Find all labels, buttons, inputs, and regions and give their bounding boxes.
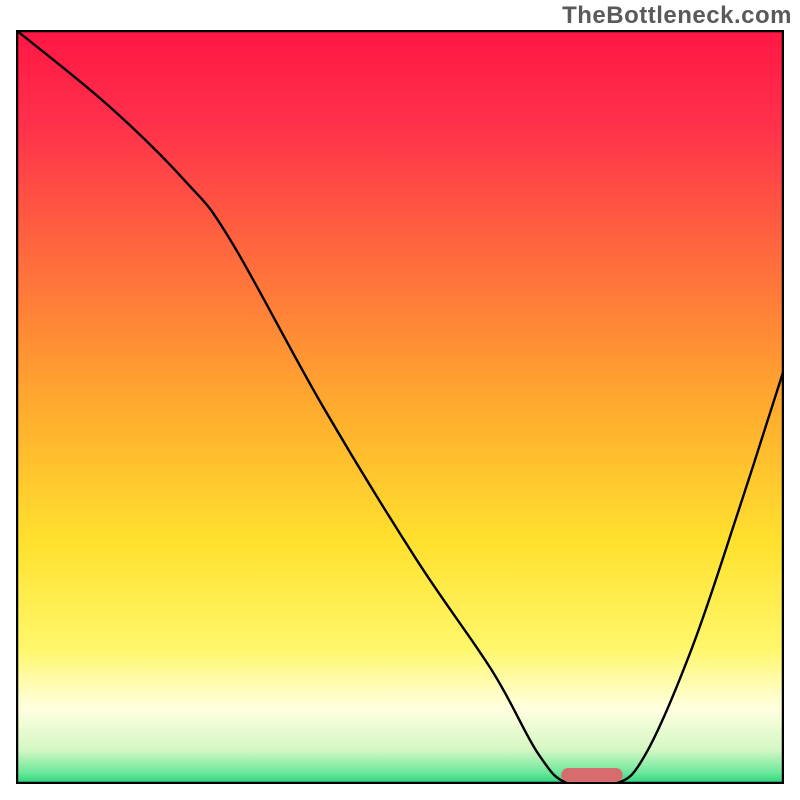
watermark-text: TheBottleneck.com	[562, 2, 792, 30]
plot-area	[16, 30, 784, 784]
optimal-range-marker	[561, 768, 622, 782]
chart-svg	[16, 30, 784, 784]
gradient-background	[16, 30, 784, 784]
chart-frame: TheBottleneck.com	[0, 0, 800, 800]
